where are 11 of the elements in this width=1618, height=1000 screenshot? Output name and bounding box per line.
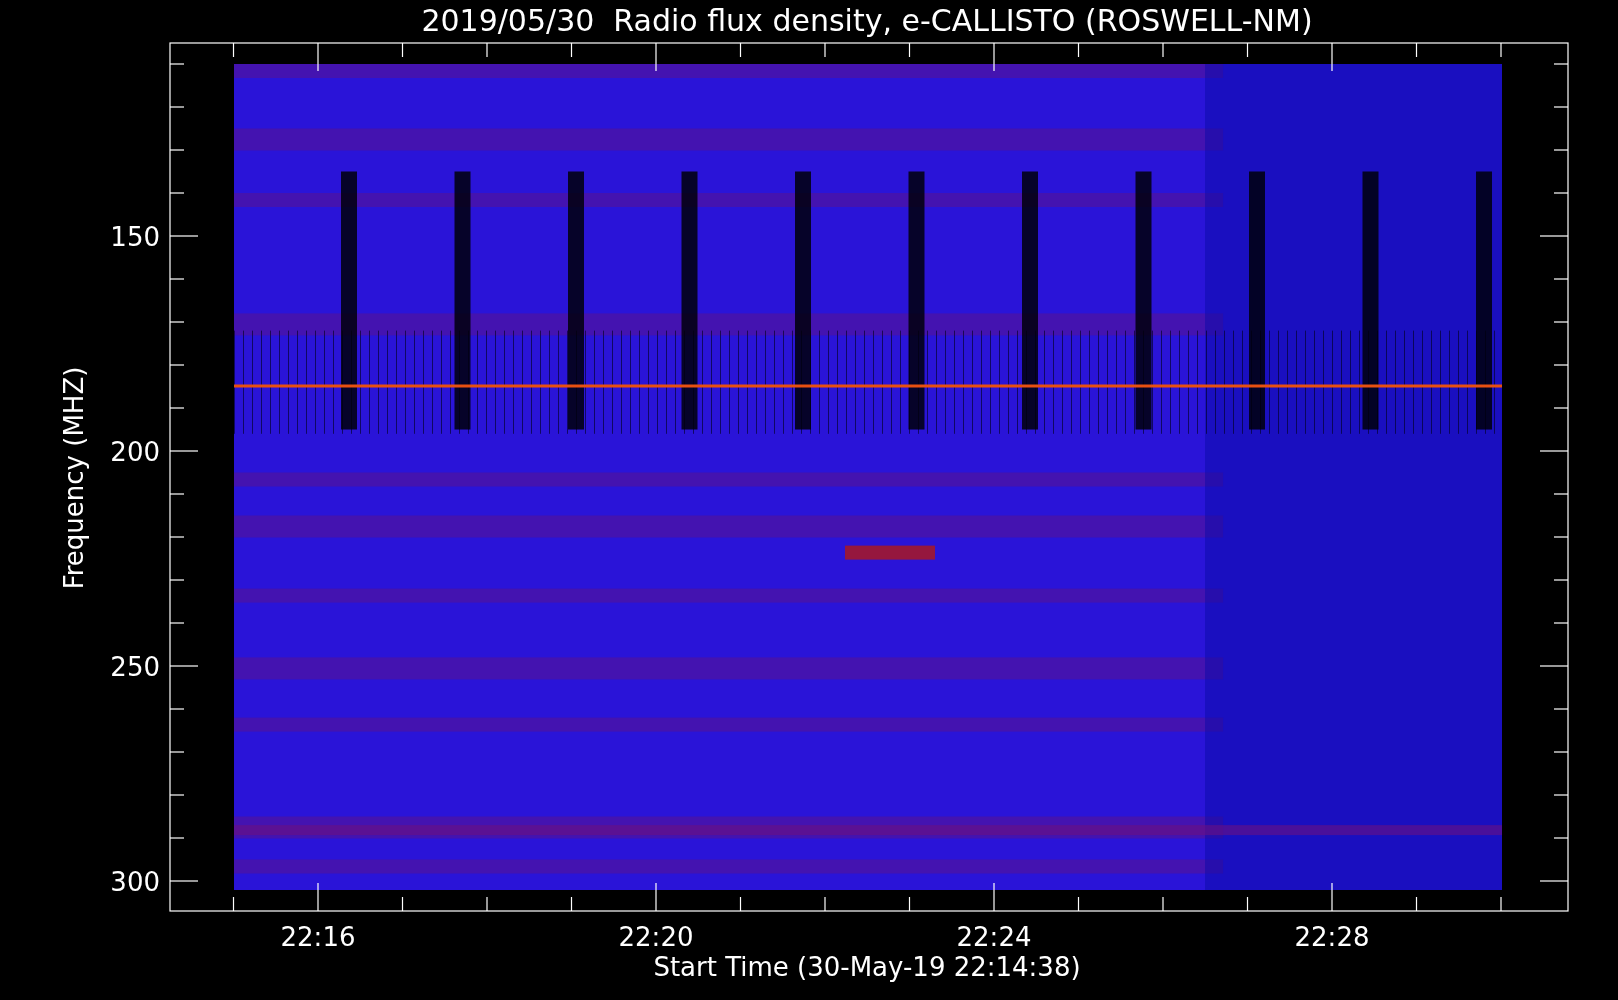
x-axis-label: Start Time (30-May-19 22:14:38) xyxy=(653,952,1081,982)
y-tick-label: 300 xyxy=(110,867,160,897)
y-axis-label: Frequency (MHZ) xyxy=(59,366,89,590)
x-tick-label: 22:24 xyxy=(956,922,1032,952)
x-tick-label: 22:16 xyxy=(280,922,356,952)
y-tick-label: 200 xyxy=(110,437,160,467)
x-tick-label: 22:28 xyxy=(1294,922,1370,952)
y-tick-label: 250 xyxy=(110,652,160,682)
chart-title: 2019/05/30 Radio flux density, e-CALLISTO (ROSWELL-NM) xyxy=(421,3,1313,38)
y-tick-label: 150 xyxy=(110,222,160,252)
x-tick-label: 22:20 xyxy=(618,922,694,952)
